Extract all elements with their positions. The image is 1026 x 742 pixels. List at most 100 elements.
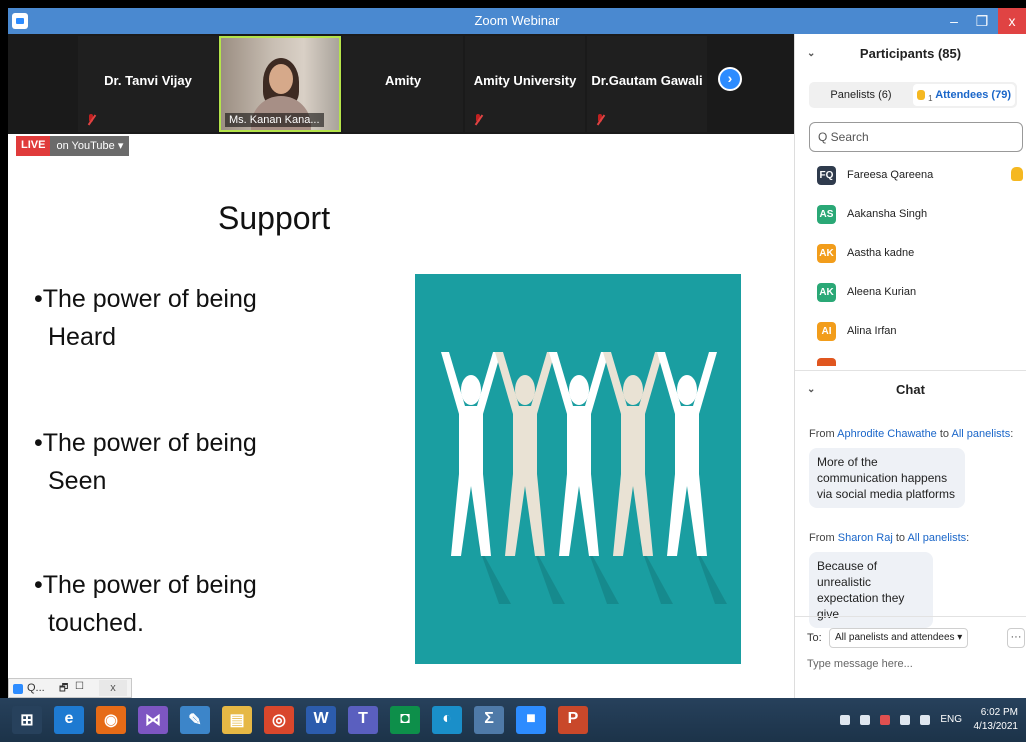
maximize-button[interactable]: ❐ (968, 8, 996, 34)
chat-message-meta: From Aphrodite Chawathe to All panelists… (809, 428, 1014, 440)
chrome-icon[interactable]: ◎ (264, 706, 294, 734)
list-item[interactable]: AS Aakansha Singh (817, 203, 1017, 227)
mic-muted-icon (86, 114, 96, 126)
clock[interactable]: 6:02 PM 4/13/2021 (966, 706, 1019, 734)
maximize-icon[interactable]: ☐ (75, 681, 84, 692)
windows-taskbar: ⊞ e ◉ ⋈ ✎ ▤ ◎ W T ◘ ◐ Σ ■ P ENG 6:02 PM 4/13/2021 (0, 698, 1026, 742)
zoom-icon[interactable]: ■ (516, 706, 546, 734)
shared-screen: LIVE on YouTube ▾ Support •The power of … (8, 134, 794, 698)
network-icon[interactable] (860, 715, 870, 725)
alert-icon[interactable] (880, 715, 890, 725)
video-strip: Dr. Tanvi Vijay Ms. Kanan Kana... Amity … (8, 34, 794, 134)
avatar (817, 358, 836, 366)
more-options-button[interactable]: ··· (1007, 628, 1025, 648)
chat-sender-link[interactable]: Sharon Raj (838, 532, 893, 544)
video-tile-amity[interactable]: Amity (343, 36, 463, 132)
edge-icon[interactable]: ◐ (432, 706, 462, 734)
side-panel: ⌄ Participants (85) Panelists (6) 1 Atte… (794, 34, 1026, 698)
participant-name: Ms. Kanan Kana... (225, 113, 324, 127)
video-tile-gautam-gawali[interactable]: Dr.Gautam Gawali (587, 36, 707, 132)
avatar: AK (817, 244, 836, 263)
list-item[interactable]: FQ Fareesa Qareena (817, 164, 1023, 188)
chevron-down-icon[interactable]: ⌄ (807, 42, 815, 66)
raised-hand-icon (917, 90, 926, 101)
chat-recipient-link[interactable]: All panelists (907, 532, 966, 544)
video-tile-kanan[interactable]: Ms. Kanan Kana... (219, 36, 341, 132)
minimized-window-label: Q... (27, 682, 45, 694)
restore-icon[interactable]: 🗗 (59, 681, 68, 698)
paper-person-figure (495, 352, 565, 604)
chat-message-input[interactable]: Type message here... (807, 658, 913, 670)
video-tile-amity-university[interactable]: Amity University (465, 36, 585, 132)
file-explorer-icon[interactable]: ▤ (222, 706, 252, 734)
chat-message-meta: From Sharon Raj to All panelists: (809, 532, 970, 544)
minimize-button[interactable]: – (940, 8, 968, 34)
powerpoint-icon[interactable]: P (558, 706, 588, 734)
mic-muted-icon (473, 114, 483, 126)
word-icon[interactable]: W (306, 706, 336, 734)
chat-header: ⌄ Chat (795, 378, 1026, 402)
list-item[interactable]: AI Alina Irfan (817, 320, 1017, 344)
window-title: Zoom Webinar (474, 13, 560, 28)
slide-bullet: •The power of being Heard (34, 285, 257, 351)
participant-name: Dr. Tanvi Vijay (104, 73, 192, 88)
avatar: AK (817, 283, 836, 302)
next-page-button[interactable]: › (718, 67, 742, 91)
avatar: FQ (817, 166, 836, 185)
live-stream-badge[interactable]: LIVE on YouTube ▾ (16, 136, 130, 156)
paint-icon[interactable]: ✎ (180, 706, 210, 734)
live-label: LIVE (16, 136, 51, 156)
visual-studio-icon[interactable]: ⋈ (138, 706, 168, 734)
internet-explorer-icon[interactable]: e (54, 706, 84, 734)
chat-sender-link[interactable]: Aphrodite Chawathe (837, 428, 937, 440)
raised-hand-icon (1011, 167, 1023, 181)
chevron-up-icon[interactable] (840, 715, 850, 725)
calculator-icon[interactable]: Σ (474, 706, 504, 734)
paper-person-figure (657, 352, 727, 604)
avatar: AI (817, 322, 836, 341)
close-button[interactable]: x (998, 8, 1026, 34)
chat-recipient-link[interactable]: All panelists (952, 428, 1011, 440)
participant-name: Aastha kadne (847, 247, 915, 259)
slide-bullet: •The power of being Seen (34, 429, 257, 495)
store-icon[interactable]: ◘ (390, 706, 420, 734)
participant-tabs: Panelists (6) 1 Attendees (79) (809, 82, 1017, 108)
list-item[interactable]: AK Aleena Kurian (817, 281, 1017, 305)
divider (795, 616, 1026, 617)
participant-name: Fareesa Qareena (847, 169, 934, 181)
to-label: To: (807, 632, 822, 644)
volume-icon[interactable] (900, 715, 910, 725)
participant-name: Amity University (473, 73, 577, 88)
participant-name: Aleena Kurian (847, 286, 917, 298)
window-title-bar: Zoom Webinar – ❐ x (8, 8, 1026, 34)
battery-icon[interactable] (920, 715, 930, 725)
tab-attendees[interactable]: 1 Attendees (79) (913, 84, 1015, 106)
paper-person-figure (549, 352, 619, 604)
list-item[interactable]: AK Aastha kadne (817, 242, 1017, 266)
participant-name: Amity (384, 73, 422, 88)
chat-bubble: More of the communication happens via so… (809, 448, 965, 508)
search-input[interactable]: Q Search (809, 122, 1023, 152)
slide-title: Support (218, 200, 331, 236)
participant-name: Alina Irfan (847, 325, 897, 337)
tab-panelists[interactable]: Panelists (6) (811, 84, 911, 106)
language-indicator[interactable]: ENG (940, 714, 962, 725)
recipient-select[interactable]: All panelists and attendees ▾ (829, 628, 969, 648)
participants-header: ⌄ Participants (85) (795, 42, 1026, 66)
video-tile-tanvi-vijay[interactable]: Dr. Tanvi Vijay (78, 36, 218, 132)
windows-start-icon[interactable]: ⊞ (12, 706, 42, 734)
stream-platform-dropdown[interactable]: on YouTube ▾ (50, 136, 130, 156)
chevron-down-icon[interactable]: ⌄ (807, 378, 815, 402)
zoom-mini-icon (13, 684, 23, 694)
participant-name: Aakansha Singh (847, 208, 928, 220)
teams-icon[interactable]: T (348, 706, 378, 734)
paper-people-image (415, 274, 741, 664)
mic-muted-icon (595, 114, 605, 126)
divider (795, 370, 1026, 371)
firefox-icon[interactable]: ◉ (96, 706, 126, 734)
slide-bullet: •The power of being touched. (34, 571, 257, 637)
avatar: AS (817, 205, 836, 224)
paper-people-figures (441, 352, 727, 604)
minimized-close-button[interactable]: x (99, 680, 127, 696)
minimized-window[interactable]: Q... 🗗 ☐ x (8, 678, 132, 698)
